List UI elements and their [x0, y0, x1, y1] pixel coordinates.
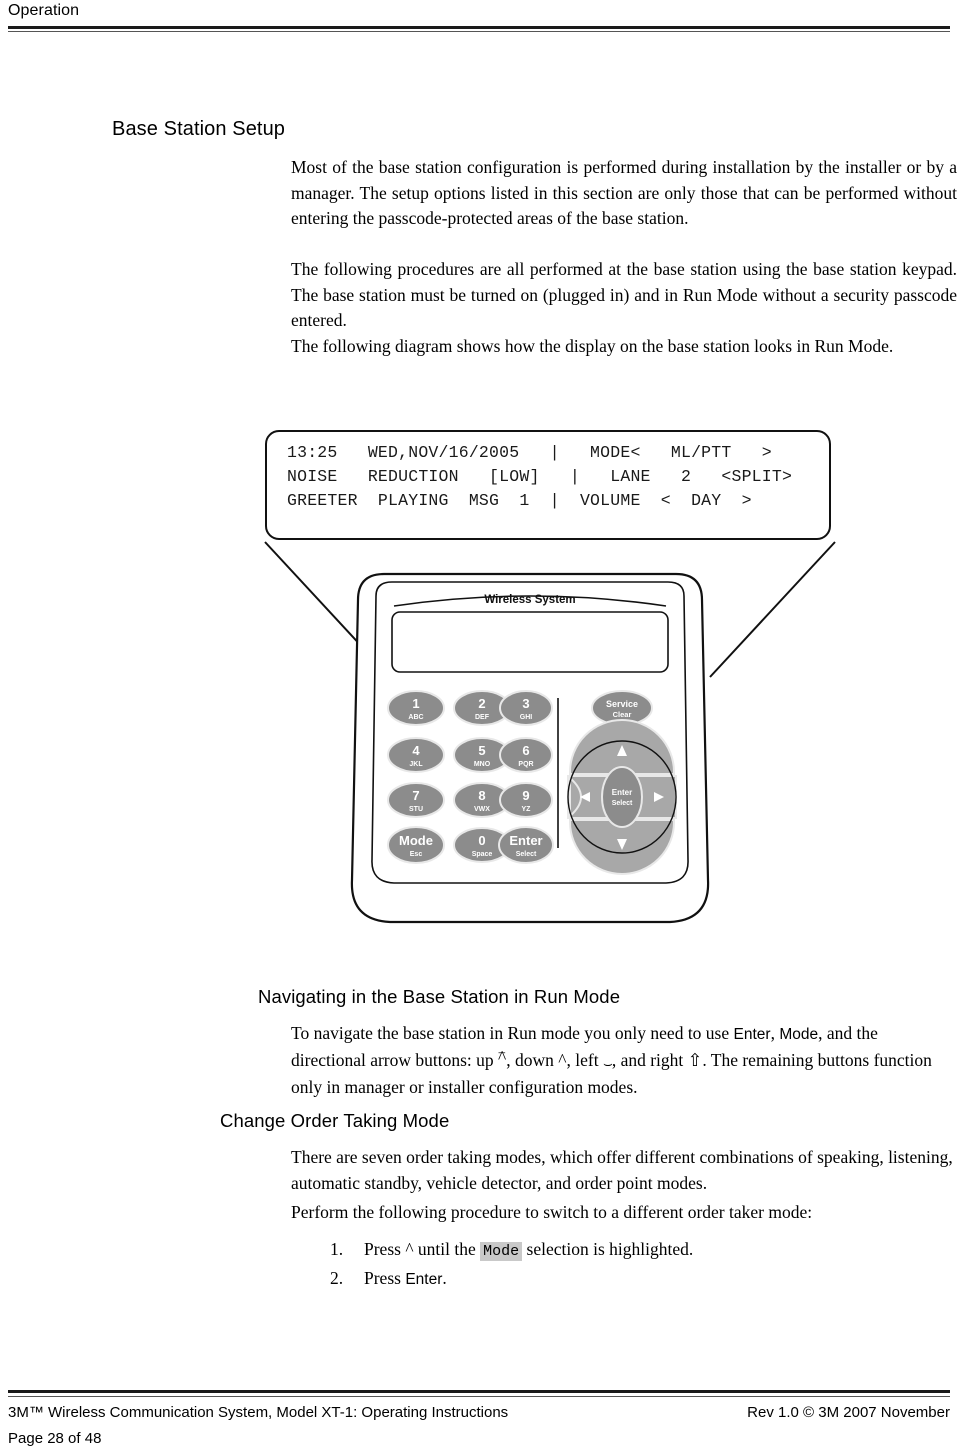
arrow-right-glyph: ⇧ [687, 1049, 703, 1070]
svg-text:PQR: PQR [518, 761, 533, 768]
step-text-after: selection is highlighted. [522, 1239, 694, 1259]
svg-text:Service: Service [606, 699, 638, 709]
paragraph-procedure-intro: Perform the following procedure to switc… [291, 1202, 813, 1222]
heading-change-order-taking-mode: Change Order Taking Mode [220, 1110, 450, 1131]
svg-text:DEF: DEF [475, 714, 490, 721]
nav-text-1: To navigate the base station in Run mode… [291, 1023, 734, 1043]
svg-text:Esc: Esc [410, 851, 423, 858]
nav-text-5: , and right [611, 1049, 688, 1070]
procedure-steps-list: 1. Press ^ until the Mode selection is hi… [330, 1236, 693, 1293]
footer-divider-thin [8, 1396, 950, 1397]
svg-text:6: 6 [522, 743, 529, 758]
key-enter: Enter Select [498, 826, 554, 864]
svg-text:3: 3 [522, 696, 529, 711]
device-brand-label: Wireless System [484, 594, 575, 606]
paragraph-navigating: To navigate the base station in Run mode… [291, 1021, 951, 1101]
step-number: 2. [330, 1268, 344, 1288]
list-item: 2. Press Enter. [330, 1265, 693, 1293]
svg-text:4: 4 [412, 743, 420, 758]
arrow-down-glyph-step: ^ [405, 1239, 414, 1259]
footer-divider [8, 1390, 950, 1393]
svg-text:Clear: Clear [613, 710, 632, 719]
device-screen-bezel [391, 611, 669, 673]
running-head: Operation [8, 2, 80, 19]
svg-text:Enter: Enter [612, 788, 632, 797]
svg-text:1: 1 [412, 696, 419, 711]
svg-text:JKL: JKL [409, 761, 423, 768]
svg-text:YZ: YZ [522, 806, 532, 813]
lcd-line-1: 13:25 WED,NOV/16/2005 | MODE< ML/PTT > [287, 443, 772, 462]
key-1: 1 ABC [387, 690, 445, 726]
svg-text:ABC: ABC [408, 714, 423, 721]
heading-navigating-run-mode: Navigating in the Base Station in Run Mo… [258, 986, 621, 1007]
svg-text:Select: Select [516, 851, 537, 858]
navigation-cluster: Enter Select [567, 719, 677, 875]
key-4: 4 JKL [387, 737, 445, 773]
page-header: Operation [0, 0, 958, 40]
svg-text:STU: STU [409, 806, 423, 813]
svg-text:Mode: Mode [399, 833, 433, 848]
base-station-illustration: Wireless System 1 ABC 2 DEF 3 GHI 4 JKL [330, 560, 730, 950]
key-7: 7 STU [387, 782, 445, 818]
lcd-display-callout: 13:25 WED,NOV/16/2005 | MODE< ML/PTT > N… [265, 430, 831, 540]
svg-text:Enter: Enter [509, 833, 542, 848]
svg-text:0: 0 [478, 833, 485, 848]
svg-text:9: 9 [522, 788, 529, 803]
step-text-before: Press [364, 1268, 406, 1288]
svg-text:2: 2 [478, 696, 485, 711]
lcd-line-2: NOISE REDUCTION [LOW] | LANE 2 <SPLIT> [287, 467, 793, 486]
nav-center-enter-button [601, 766, 643, 828]
svg-text:VWX: VWX [474, 806, 490, 813]
svg-text:Space: Space [472, 851, 493, 858]
arrow-up-glyph: ^ [498, 1045, 506, 1073]
svg-text:MNO: MNO [474, 761, 491, 768]
key-label-mode: Mode [779, 1026, 819, 1043]
step-text-before: Press [364, 1239, 406, 1259]
nav-text-3: , down [506, 1049, 559, 1070]
key-3: 3 GHI [499, 690, 553, 726]
key-9: 9 YZ [499, 782, 553, 818]
footer-revision: Rev 1.0 © 3M 2007 November [747, 1404, 950, 1421]
svg-text:GHI: GHI [520, 714, 533, 721]
footer-page-number: Page 28 of 48 [8, 1430, 102, 1447]
key-mode: Mode Esc [387, 826, 445, 864]
arrow-left-glyph: ⌣ [602, 1056, 613, 1073]
arrow-down-glyph: ^ [558, 1049, 567, 1070]
highlighted-mode-chip: Mode [480, 1242, 523, 1261]
heading-base-station-setup: Base Station Setup [112, 118, 286, 140]
nav-text-4: , left [566, 1049, 603, 1070]
step-text-middle: until the [413, 1239, 481, 1259]
step-text-after: . [442, 1268, 447, 1288]
key-6: 6 PQR [499, 737, 553, 773]
svg-text:7: 7 [412, 788, 419, 803]
svg-text:Select: Select [612, 800, 633, 807]
list-item: 1. Press ^ until the Mode selection is hi… [330, 1236, 693, 1265]
key-label-enter: Enter [733, 1026, 771, 1043]
key-label-enter-step: Enter [405, 1271, 443, 1288]
lcd-line-3: GREETER PLAYING MSG 1 | VOLUME < DAY > [287, 491, 752, 510]
footer-document-title: 3M™ Wireless Communication System, Model… [8, 1404, 509, 1421]
svg-text:5: 5 [478, 743, 485, 758]
paragraph-setup-diagram-intro: The following diagram shows how the disp… [291, 336, 894, 356]
header-divider [8, 26, 950, 29]
svg-text:8: 8 [478, 788, 485, 803]
header-divider-thin [8, 31, 950, 32]
step-number: 1. [330, 1239, 344, 1259]
paragraph-setup-intro: Most of the base station configuration i… [291, 157, 957, 228]
paragraph-order-modes: There are seven order taking modes, whic… [291, 1147, 953, 1193]
paragraph-setup-procedures: The following procedures are all perform… [291, 259, 957, 330]
